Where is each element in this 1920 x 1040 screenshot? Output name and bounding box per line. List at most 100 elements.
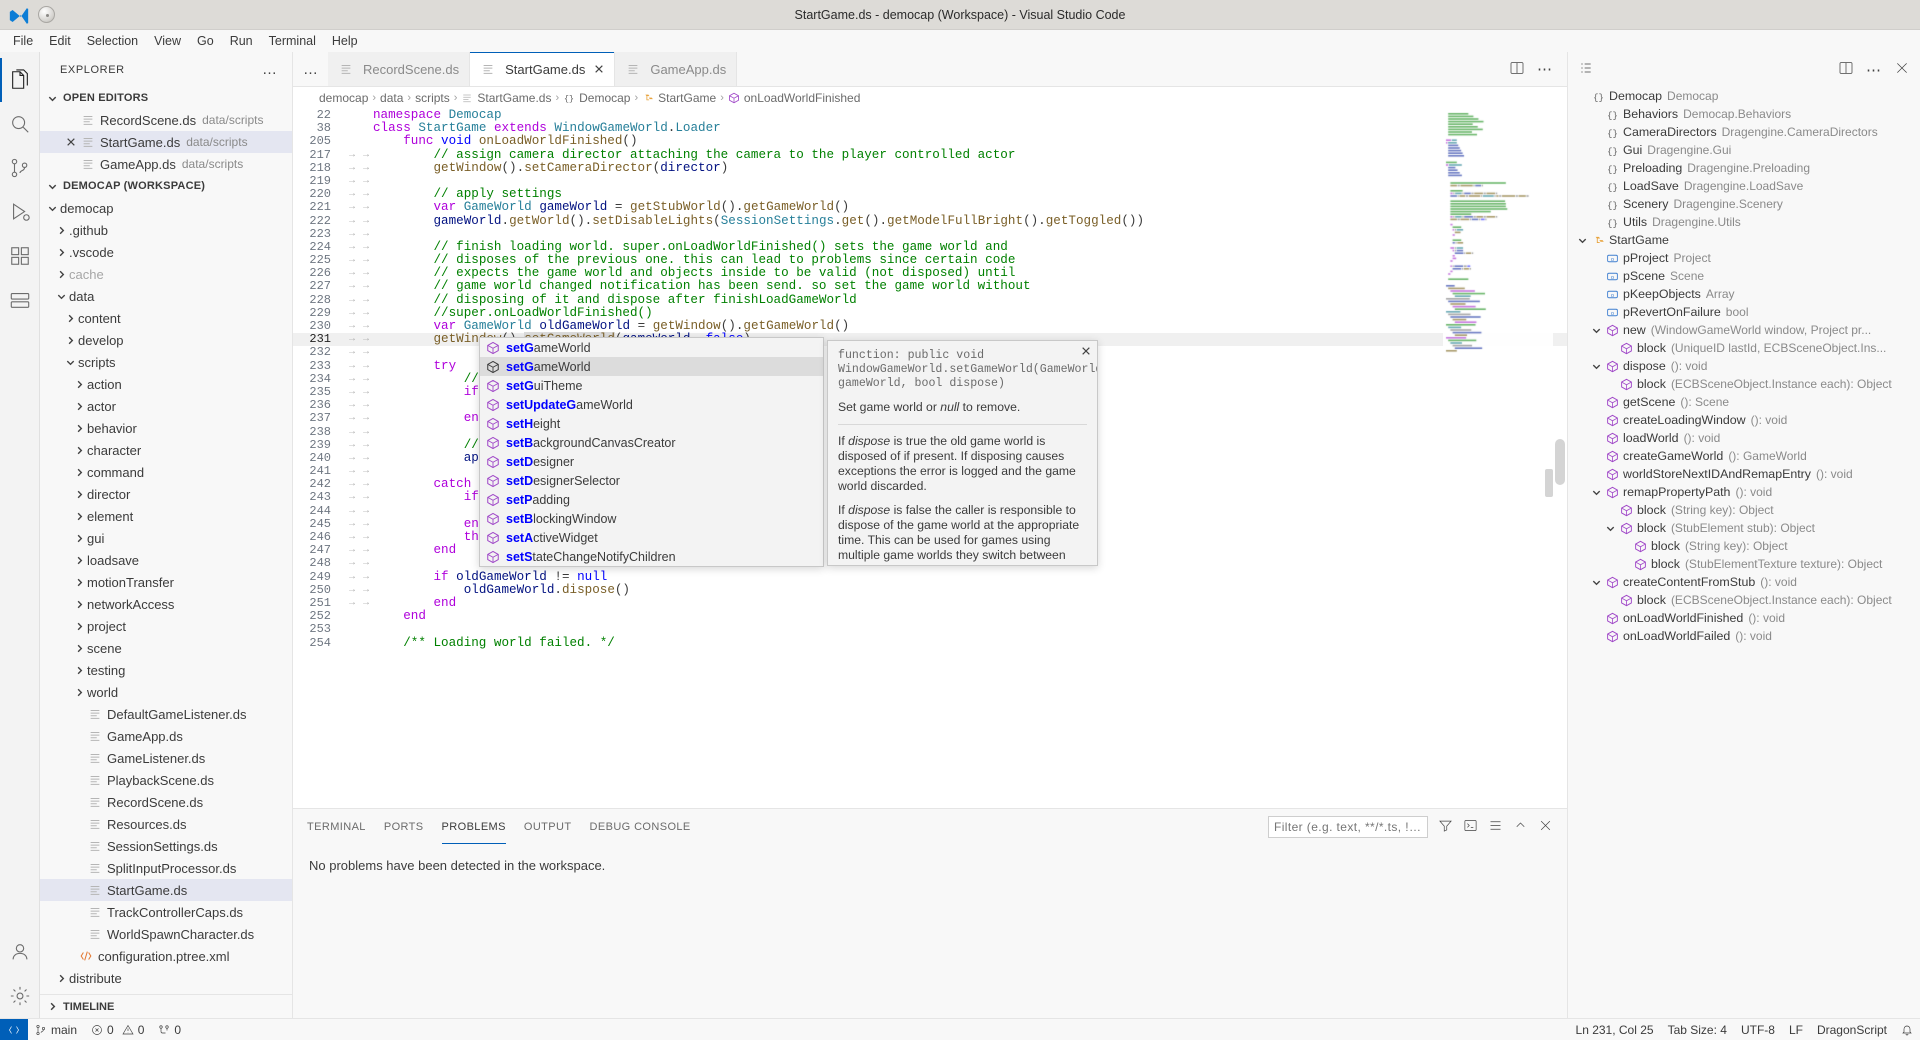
activity-search[interactable] [0,102,40,146]
breadcrumb-item[interactable]: scripts [415,91,450,105]
outline-item[interactable]: StartGame [1568,231,1920,249]
outline-item[interactable]: onLoadWorldFailed (): void [1568,627,1920,645]
suggest-item[interactable]: setGameWorld [480,357,823,376]
editor-tab[interactable]: GameApp.ds [615,52,738,86]
fold-indicator[interactable]: → [345,571,359,584]
activity-accounts[interactable] [0,930,40,974]
outline-item[interactable]: loadWorld (): void [1568,429,1920,447]
status-language-mode[interactable]: DragonScript [1810,1019,1894,1040]
status-cursor-position[interactable]: Ln 231, Col 25 [1569,1019,1661,1040]
outline-item[interactable]: {} CameraDirectors Dragengine.CameraDirect… [1568,123,1920,141]
chevron-right-icon[interactable] [71,574,87,590]
activity-explorer[interactable] [0,58,40,102]
fold-indicator[interactable]: → [345,544,359,557]
suggest-item[interactable]: setDesignerSelector [480,471,823,490]
fold-indicator[interactable]: → [345,320,359,333]
fold-indicator[interactable]: → [359,228,373,241]
menu-file[interactable]: File [5,32,41,50]
outline-item[interactable]: o pRevertOnFailure bool [1568,303,1920,321]
fold-indicator[interactable]: → [359,478,373,491]
fold-indicator[interactable]: → [359,149,373,162]
code-editor[interactable]: 22 namespace Democap 38 class StartGame ext… [293,109,1567,808]
outline-item[interactable]: worldStoreNextIDAndRemapEntry (): void [1568,465,1920,483]
outline-item[interactable]: createGameWorld (): GameWorld [1568,447,1920,465]
chevron-right-icon[interactable] [71,618,87,634]
outline-item[interactable]: dispose (): void [1568,357,1920,375]
menu-selection[interactable]: Selection [79,32,146,50]
fold-indicator[interactable]: → [359,412,373,425]
tree-item[interactable]: project [40,615,292,637]
outline-item[interactable]: o pScene Scene [1568,267,1920,285]
fold-indicator[interactable]: → [359,518,373,531]
tree-item[interactable]: behavior [40,417,292,439]
status-indent[interactable]: Tab Size: 4 [1661,1019,1734,1040]
breadcrumb-item[interactable]: {} Democap [563,91,630,105]
outline-more-actions-icon[interactable]: ⋯ [1866,61,1882,79]
tree-item[interactable]: motionTransfer [40,571,292,593]
chevron-right-icon[interactable] [71,640,87,656]
fold-indicator[interactable]: → [359,280,373,293]
chevron-right-icon[interactable] [71,530,87,546]
chevron-down-icon[interactable] [1588,484,1604,500]
list-view-icon[interactable] [1488,818,1503,836]
tab-problems[interactable]: PROBLEMS [441,809,507,844]
tab-overflow-icon[interactable]: … [293,52,328,86]
fold-indicator[interactable]: → [359,426,373,439]
tree-item[interactable]: SessionSettings.ds [40,835,292,857]
suggest-item[interactable]: setBackgroundCanvasCreator [480,433,823,452]
outline-item[interactable]: {} Scenery Dragengine.Scenery [1568,195,1920,213]
fold-indicator[interactable]: → [359,452,373,465]
fold-indicator[interactable]: → [359,571,373,584]
tree-item[interactable]: networkAccess [40,593,292,615]
chevron-right-icon[interactable] [53,244,69,260]
tree-item[interactable]: scripts [40,351,292,373]
outline-item[interactable]: {} Utils Dragengine.Utils [1568,213,1920,231]
fold-indicator[interactable]: → [359,386,373,399]
outline-item[interactable]: block (StubElement stub): Object [1568,519,1920,537]
tree-item[interactable]: gui [40,527,292,549]
editor-scrollbar[interactable] [1555,439,1565,485]
editor-tab[interactable]: StartGame.ds [470,52,616,86]
tree-item[interactable]: data [40,285,292,307]
fold-indicator[interactable]: → [345,478,359,491]
tab-terminal[interactable]: TERMINAL [307,809,366,844]
fold-indicator[interactable]: → [359,491,373,504]
suggest-item[interactable]: setGameWorld [480,338,823,357]
menu-edit[interactable]: Edit [41,32,79,50]
fold-indicator[interactable]: → [359,320,373,333]
chevron-right-icon[interactable] [62,332,78,348]
remote-indicator[interactable] [0,1018,28,1040]
suggest-item[interactable]: setDesigner [480,452,823,471]
fold-indicator[interactable]: → [345,188,359,201]
tree-item[interactable]: action [40,373,292,395]
outline-item[interactable]: new (WindowGameWorld window, Project pr..… [1568,321,1920,339]
menu-help[interactable]: Help [324,32,366,50]
tree-item[interactable]: DefaultGameListener.ds [40,703,292,725]
open-editors-header[interactable]: OPEN EDITORS [40,87,292,109]
fold-indicator[interactable]: → [359,162,373,175]
chevron-down-icon[interactable] [1588,322,1604,338]
menu-run[interactable]: Run [222,32,261,50]
fold-indicator[interactable]: → [359,188,373,201]
fold-indicator[interactable]: → [359,254,373,267]
fold-indicator[interactable]: → [345,518,359,531]
fold-indicator[interactable]: → [345,149,359,162]
new-terminal-icon[interactable] [1463,818,1478,836]
timeline-section[interactable]: TIMELINE [40,994,292,1018]
fold-indicator[interactable]: → [345,531,359,544]
tree-item[interactable]: StartGame.ds [40,879,292,901]
fold-indicator[interactable]: → [359,346,373,359]
activity-extensions[interactable] [0,234,40,278]
chevron-down-icon[interactable] [1588,574,1604,590]
fold-indicator[interactable]: → [345,491,359,504]
suggest-item[interactable]: setStateChangeNotifyChildren [480,547,823,566]
tree-item[interactable]: GameApp.ds [40,725,292,747]
minimap[interactable] [1443,109,1553,808]
suggest-item[interactable]: setPadding [480,490,823,509]
fold-indicator[interactable]: → [359,294,373,307]
fold-indicator[interactable]: → [345,426,359,439]
tree-item[interactable]: WorldSpawnCharacter.ds [40,923,292,945]
code-line[interactable]: 218 → → getWindow().setCameraDirector(dire… [293,161,1567,175]
activity-settings[interactable] [0,974,40,1018]
chevron-down-icon[interactable] [1602,520,1618,536]
